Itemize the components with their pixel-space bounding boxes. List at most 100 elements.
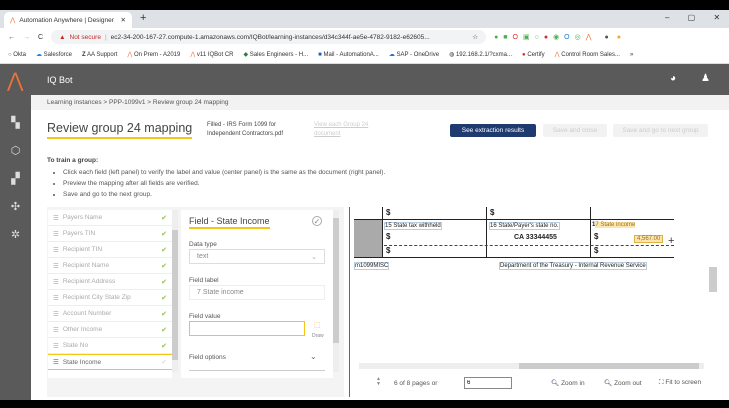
- page-number-input[interactable]: [464, 377, 512, 389]
- check-icon: ✔: [161, 294, 167, 302]
- check-icon: ✔: [161, 262, 167, 270]
- domains-icon[interactable]: ✣: [0, 193, 31, 221]
- view-group-documents-link[interactable]: View each Group 24 document: [314, 121, 374, 139]
- doc-vertical-scrollbar[interactable]: [709, 207, 717, 362]
- field-list: ☰ Payers Name ✔ ☰ Payers TIN ✔ ☰ Recipient TI…: [48, 210, 172, 378]
- aa-logo[interactable]: ⋀: [7, 68, 23, 93]
- fit-screen-icon: ⛶: [659, 379, 664, 386]
- field-item-payers-name[interactable]: ☰ Payers Name ✔: [48, 210, 172, 226]
- doc-box17-label[interactable]: 17 State income: [592, 222, 636, 228]
- doc-box16-label: 16 State/Payer's state no.: [489, 222, 560, 230]
- field-item-state-income[interactable]: ☰ State Income ✓: [48, 354, 172, 370]
- check-icon: ✔: [161, 246, 167, 254]
- page-stepper[interactable]: ▲ ▼: [376, 377, 381, 387]
- window-controls[interactable]: – ▢ ✕: [665, 13, 720, 22]
- data-type-select[interactable]: text ⌄: [189, 249, 325, 264]
- breadcrumb-instance[interactable]: PPP-1099v1: [109, 99, 146, 106]
- reload-icon[interactable]: C: [38, 34, 43, 41]
- pending-check-icon: ✓: [161, 359, 167, 366]
- back-icon[interactable]: ←: [8, 34, 15, 41]
- breadcrumb-current: Review group 24 mapping: [152, 99, 229, 106]
- bookmark-control-room[interactable]: ⋀ Control Room Sales...: [555, 51, 620, 58]
- new-tab-button[interactable]: +: [140, 12, 146, 24]
- profile-avatar[interactable]: ●: [604, 34, 608, 41]
- warning-icon: ▲: [59, 33, 66, 41]
- zoom-out-button[interactable]: 🔍︎ Zoom out: [604, 379, 642, 387]
- data-type-label: Data type: [189, 241, 217, 248]
- field-item-account-number[interactable]: ☰ Account Number ✔: [48, 306, 172, 322]
- zoom-in-button[interactable]: 🔍︎ Zoom in: [551, 379, 585, 387]
- extension-icons[interactable]: ●■O▣○●◉O◎⋀: [494, 33, 596, 41]
- instruction-item: Save and go to the next group.: [63, 189, 385, 200]
- doc-dollar: $: [594, 246, 599, 255]
- field-item-recipient-name[interactable]: ☰ Recipient Name ✔: [48, 258, 172, 274]
- user-icon[interactable]: ♟: [701, 73, 710, 84]
- field-item-recipient-city[interactable]: ☰ Recipient City State Zip ✔: [48, 290, 172, 306]
- doc-horizontal-scrollbar[interactable]: [359, 363, 704, 369]
- bookmark-sales-engineers[interactable]: ◆ Sales Engineers - H...: [244, 51, 309, 58]
- chevron-down-icon: ⌄: [311, 254, 317, 261]
- bookmark-on-prem[interactable]: ⋀ On Prem - A2019: [127, 51, 180, 58]
- file-name: Filled - IRS Form 1099 for Independent C…: [207, 122, 284, 137]
- field-label-input[interactable]: 7 State income: [189, 285, 325, 300]
- notification-icon[interactable]: ●: [617, 34, 621, 41]
- field-options-toggle[interactable]: Field options: [189, 354, 226, 361]
- field-item-other-income[interactable]: ☰ Other Income ✔: [48, 322, 172, 338]
- breadcrumb: Learning instances > PPP-1099v1 > Review…: [31, 95, 729, 110]
- url-text: ec2-34-200-167-27.compute-1.amazonaws.co…: [110, 33, 430, 41]
- field-item-recipient-tin[interactable]: ☰ Recipient TIN ✔: [48, 242, 172, 258]
- more-bookmarks[interactable]: »: [630, 52, 633, 58]
- main-content: Review group 24 mapping Filled - IRS For…: [31, 110, 729, 400]
- doc-dollar: $: [594, 232, 599, 241]
- address-bar-row: ← → C ▲ Not secure | ec2-34-200-167-27.c…: [0, 28, 729, 46]
- draw-button[interactable]: Draw: [312, 333, 324, 339]
- field-item-recipient-address[interactable]: ☰ Recipient Address ✔: [48, 274, 172, 290]
- doc-box16-value[interactable]: CA 33344455: [514, 234, 557, 241]
- bookmark-mail[interactable]: ■ Mail - AutomationA...: [318, 52, 379, 58]
- bookmark-v11[interactable]: ⋀ v11 IQBot CR: [190, 51, 233, 58]
- fit-to-screen-button[interactable]: ⛶ Fit to screen: [659, 379, 701, 387]
- bookmark-ip[interactable]: ◍ 192.168.2.1/?cxma...: [449, 51, 512, 58]
- instructions-heading: To train a group:: [47, 157, 99, 164]
- app-header: ⋀ IQ Bot ◕ ♟: [0, 64, 729, 95]
- bookmark-okta[interactable]: ○ Okta: [8, 52, 26, 58]
- field-value-label: Field value: [189, 313, 221, 320]
- field-value-input[interactable]: [189, 321, 305, 336]
- aa-logo-icon: ⋀: [10, 17, 16, 24]
- see-extraction-results-button[interactable]: See extraction results: [450, 124, 536, 137]
- field-item-state-no[interactable]: ☰ State No ✔: [48, 338, 172, 354]
- globe-icon[interactable]: ◕: [670, 73, 676, 84]
- check-icon: ✔: [161, 278, 167, 286]
- breadcrumb-learning-instances[interactable]: Learning instances: [47, 99, 102, 106]
- star-icon[interactable]: ☆: [472, 33, 478, 41]
- close-tab-icon[interactable]: ✕: [121, 16, 126, 24]
- field-item-payers-tin[interactable]: ☰ Payers TIN ✔: [48, 226, 172, 242]
- double-chevron-down-icon[interactable]: ⌄: [310, 352, 317, 361]
- save-and-close-button[interactable]: Save and close: [543, 124, 607, 137]
- bookmark-aa-support[interactable]: Z AA Support: [82, 52, 117, 58]
- bookmarks-bar: ○ Okta ☁ Salesforce Z AA Support ⋀ On Pr…: [0, 46, 729, 64]
- save-next-group-button[interactable]: Save and go to next group: [613, 124, 708, 137]
- bookmark-certify[interactable]: ● Certify: [522, 52, 545, 58]
- instructions-list: Click each field (left panel) to verify …: [63, 167, 385, 200]
- zoom-out-icon: 🔍︎: [604, 380, 613, 387]
- page-count: 6 of 8 pages or: [394, 380, 438, 387]
- detail-scrollbar[interactable]: [333, 210, 339, 372]
- url-field[interactable]: ▲ Not secure | ec2-34-200-167-27.compute…: [51, 30, 487, 44]
- learning-instances-icon[interactable]: ⬡: [0, 137, 31, 165]
- bookmark-salesforce[interactable]: ☁ Salesforce: [36, 51, 72, 58]
- field-detail-panel: Field - State Income ✓ Data type text ⌄ F…: [181, 210, 333, 378]
- doc-box17-value[interactable]: 4,567.00: [634, 235, 664, 243]
- page-title: Review group 24 mapping: [47, 121, 193, 139]
- bookmark-sap[interactable]: ☁ SAP - OneDrive: [389, 51, 439, 58]
- field-list-scrollbar[interactable]: [172, 210, 178, 372]
- verify-check-icon[interactable]: ✓: [312, 216, 322, 226]
- dashboard-icon[interactable]: ▚: [0, 109, 31, 137]
- doc-form-name: m1099MISC: [354, 262, 390, 270]
- bots-icon[interactable]: ▞: [0, 165, 31, 193]
- browser-tab[interactable]: ⋀ Automation Anywhere | Designer ✕: [4, 12, 132, 28]
- settings-icon[interactable]: ✲: [0, 221, 31, 249]
- zoom-in-icon: 🔍︎: [551, 380, 560, 387]
- forward-icon[interactable]: →: [23, 34, 30, 41]
- draw-icon[interactable]: ⬚: [314, 321, 321, 329]
